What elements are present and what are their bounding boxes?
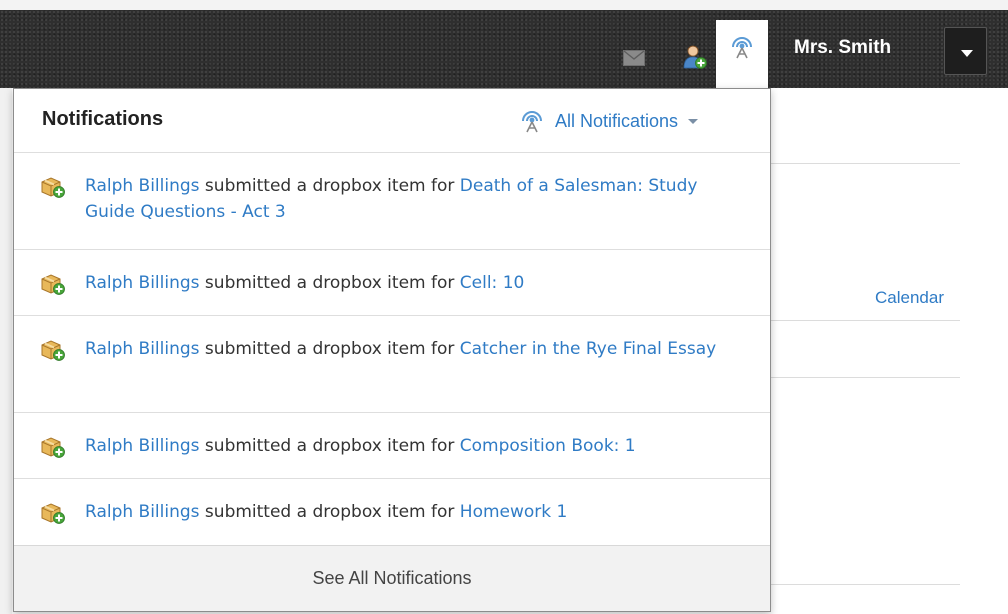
notifications-broadcast-icon <box>732 37 752 59</box>
divider <box>770 584 960 585</box>
user-menu-button[interactable] <box>944 27 987 75</box>
notification-item[interactable]: Ralph Billings submitted a dropbox item … <box>14 250 770 316</box>
actor-link[interactable]: Ralph Billings <box>85 436 200 456</box>
item-link[interactable]: Catcher in the Rye Final Essay <box>460 339 716 359</box>
notification-item[interactable]: Ralph Billings submitted a dropbox item … <box>14 479 770 546</box>
notifications-header: Notifications All Notifications <box>14 89 770 153</box>
item-link[interactable]: Cell: 10 <box>460 273 525 293</box>
chevron-down-icon <box>688 118 699 124</box>
notification-text: submitted a dropbox item for <box>199 502 460 522</box>
dropbox-submission-icon <box>41 177 65 198</box>
panel-title: Notifications <box>42 108 164 130</box>
dropbox-submission-icon <box>41 437 65 458</box>
notifications-dropdown: Notifications All Notifications Ralph Bi… <box>13 88 771 612</box>
notification-text: submitted a dropbox item for <box>199 436 460 456</box>
user-name[interactable]: Mrs. Smith <box>794 37 891 59</box>
notification-item[interactable]: Ralph Billings submitted a dropbox item … <box>14 413 770 479</box>
caret-down-icon <box>961 50 973 57</box>
actor-link[interactable]: Ralph Billings <box>85 339 200 359</box>
notification-item[interactable]: Ralph Billings submitted a dropbox item … <box>14 153 770 250</box>
item-link[interactable]: Composition Book: 1 <box>460 436 636 456</box>
notification-filter-dropdown[interactable]: All Notifications <box>519 107 699 135</box>
user-add-icon[interactable] <box>683 44 707 70</box>
filter-label[interactable]: All Notifications <box>555 111 678 132</box>
actor-link[interactable]: Ralph Billings <box>85 273 200 293</box>
actor-link[interactable]: Ralph Billings <box>85 176 200 196</box>
divider <box>770 320 960 321</box>
dropbox-submission-icon <box>41 340 65 361</box>
mail-icon[interactable] <box>623 50 645 66</box>
calendar-link[interactable]: Calendar <box>875 288 944 308</box>
notification-item[interactable]: Ralph Billings submitted a dropbox item … <box>14 316 770 413</box>
notification-text: submitted a dropbox item for <box>199 273 460 293</box>
divider <box>770 163 960 164</box>
notification-text: submitted a dropbox item for <box>199 339 460 359</box>
dropbox-submission-icon <box>41 274 65 295</box>
item-link[interactable]: Homework 1 <box>460 502 568 522</box>
notifications-tab[interactable] <box>716 20 768 90</box>
see-all-notifications-link[interactable]: See All Notifications <box>14 568 770 589</box>
actor-link[interactable]: Ralph Billings <box>85 502 200 522</box>
app-window: Mrs. Smith Calendar Notifications All No… <box>0 0 1008 614</box>
notifications-footer: See All Notifications <box>14 545 770 611</box>
dropbox-submission-icon <box>41 503 65 524</box>
notification-list: Ralph Billings submitted a dropbox item … <box>14 153 770 546</box>
notification-text: submitted a dropbox item for <box>199 176 460 196</box>
page-left-edge <box>0 88 12 614</box>
divider <box>770 377 960 378</box>
broadcast-icon <box>522 111 542 133</box>
